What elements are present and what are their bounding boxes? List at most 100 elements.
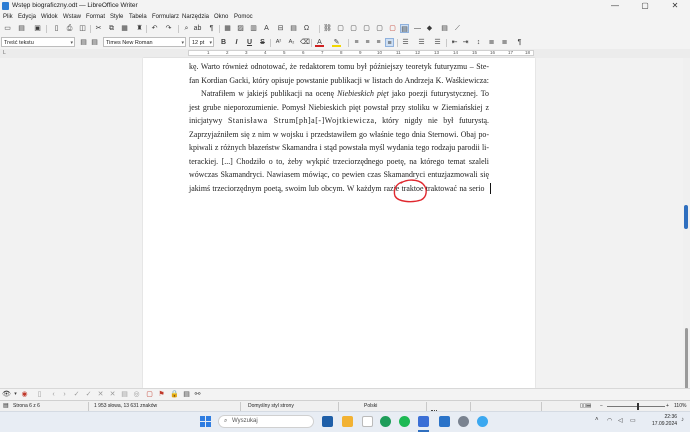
clear-formatting-icon[interactable]: ⌫ (300, 38, 310, 47)
reject-icon[interactable]: ✕ (96, 390, 105, 399)
minimize-button[interactable]: — (600, 0, 630, 12)
close-button[interactable]: ✕ (660, 0, 690, 12)
taskbar-clock[interactable]: 22:36 17.09.2024 (652, 414, 677, 428)
paragraph-icon[interactable]: ¶ (515, 38, 524, 47)
italic-button[interactable]: I (232, 38, 241, 47)
battery-icon[interactable]: ▭ (630, 417, 636, 424)
insert-table-icon[interactable]: ▦ (223, 24, 232, 33)
align-center-icon[interactable]: ≡ (363, 38, 372, 47)
chevron-down-icon[interactable]: ▾ (11, 390, 20, 399)
print-preview-icon[interactable]: ◫ (78, 24, 87, 33)
menu-help[interactable]: Pomoc (234, 12, 253, 22)
next-icon[interactable]: › (60, 390, 69, 399)
redo-icon[interactable]: ↷ (164, 24, 173, 33)
menu-file[interactable]: Plik (3, 12, 13, 22)
file-explorer-icon[interactable] (342, 416, 353, 427)
photos-icon[interactable] (439, 416, 450, 427)
vertical-scrollbar[interactable] (683, 58, 690, 418)
taskbar-search[interactable]: ⌕ Wyszukaj (218, 415, 314, 428)
strikethrough-button[interactable]: S (258, 38, 267, 47)
cross-reference-icon[interactable]: ▢ (375, 24, 384, 33)
chevron-up-icon[interactable]: ˄ (595, 417, 599, 423)
update-style-icon[interactable]: ▤ (79, 38, 88, 47)
font-color-icon[interactable]: A (315, 38, 324, 47)
save-icon[interactable]: ▣ (33, 24, 42, 33)
tab-stop-icon[interactable]: L (3, 49, 6, 57)
windows-start-icon[interactable] (200, 416, 211, 427)
align-left-icon[interactable]: ≡ (352, 38, 361, 47)
record-icon[interactable]: ◉ (20, 390, 29, 399)
settings-icon[interactable] (458, 416, 469, 427)
insert-textbox-icon[interactable]: A (262, 24, 271, 33)
insert-comment-icon[interactable]: ▢ (145, 390, 154, 399)
chevron-down-icon[interactable]: ▾ (181, 38, 184, 48)
insert-mode-status[interactable] (431, 402, 437, 411)
menu-window[interactable]: Okno (214, 12, 228, 22)
horizontal-ruler[interactable]: L 1 2 3 4 5 6 7 8 9 10 11 12 13 14 15 16… (0, 49, 690, 58)
justify-icon[interactable]: ≡ (385, 38, 394, 47)
protect-icon[interactable]: 🔒 (170, 390, 179, 399)
wifi-icon[interactable]: ◠ (607, 417, 612, 424)
align-right-icon[interactable]: ≡ (374, 38, 383, 47)
menu-insert[interactable]: Wstaw (63, 12, 81, 22)
track-changes-icon[interactable]: ▤ (400, 24, 409, 33)
scroll-position-marker[interactable] (684, 205, 688, 229)
paragraph-spacing-2-icon[interactable]: ≣ (500, 38, 509, 47)
open-folder-icon[interactable]: ▤ (17, 24, 26, 33)
outline-list-icon[interactable]: ☰ (433, 38, 442, 47)
font-size-combo[interactable]: 12 pt ▾ (189, 37, 214, 47)
menu-styles[interactable]: Style (110, 12, 123, 22)
task-view-icon[interactable] (322, 416, 333, 427)
notification-bell-icon[interactable]: ♪ (681, 417, 684, 423)
export-pdf-icon[interactable]: ▯ (52, 24, 61, 33)
accept-all-icon[interactable]: ✓ (84, 390, 93, 399)
bullet-list-icon[interactable]: ☰ (401, 38, 410, 47)
maximize-button[interactable]: ▢ (630, 0, 660, 12)
accept-icon[interactable]: ▯ (35, 390, 44, 399)
chevron-down-icon[interactable]: ▾ (209, 38, 212, 48)
subscript-icon[interactable]: A₂ (287, 38, 296, 47)
chevron-down-icon[interactable]: ▾ (70, 38, 73, 48)
paragraph-spacing-icon[interactable]: ≣ (487, 38, 496, 47)
find-replace-icon[interactable]: ⌕ (182, 24, 191, 33)
store-icon[interactable] (362, 416, 373, 427)
undo-icon[interactable]: ↶ (150, 24, 159, 33)
footnote-icon[interactable]: ▢ (336, 24, 345, 33)
menu-form[interactable]: Formularz (152, 12, 179, 22)
new-document-icon[interactable]: ▭ (3, 24, 12, 33)
merge-icon[interactable]: ⚯ (193, 390, 202, 399)
freeform-line-icon[interactable]: ⟋ (453, 24, 462, 33)
decrease-indent-icon[interactable]: ⇤ (450, 38, 459, 47)
writer-taskbar-icon[interactable] (418, 416, 429, 427)
increase-indent-icon[interactable]: ⇥ (461, 38, 470, 47)
special-character-icon[interactable]: Ω (302, 24, 311, 33)
formatting-marks-icon[interactable]: ¶ (207, 24, 216, 33)
insert-field-icon[interactable]: ▤ (289, 24, 298, 33)
compare-icon[interactable]: ◎ (132, 390, 141, 399)
insert-chart-icon[interactable]: ▥ (249, 24, 258, 33)
zoom-slider-thumb[interactable] (637, 403, 639, 410)
document-icon[interactable]: ▤ (182, 390, 191, 399)
menu-edit[interactable]: Edycja (18, 12, 36, 22)
hyperlink-icon[interactable]: ⛓ (323, 24, 332, 33)
highlight-color-icon[interactable]: ✎ (332, 38, 341, 47)
copy-icon[interactable]: ⧉ (107, 24, 116, 33)
menu-view[interactable]: Widok (41, 12, 58, 22)
manage-changes-icon[interactable]: ▤ (120, 390, 129, 399)
basic-shapes-icon[interactable]: ◆ (425, 24, 434, 33)
print-icon[interactable]: ⎙ (65, 24, 74, 33)
speaker-icon[interactable]: ◁ (618, 417, 623, 424)
zoom-slider[interactable] (607, 406, 665, 407)
menu-table[interactable]: Tabela (129, 12, 147, 22)
edge-icon[interactable] (380, 416, 391, 427)
eye-icon[interactable]: 👁 (2, 390, 11, 399)
cut-icon[interactable]: ✂ (94, 24, 103, 33)
page-break-icon[interactable]: ⊟ (276, 24, 285, 33)
draw-functions-icon[interactable]: ▤ (440, 24, 449, 33)
paragraph-style-combo[interactable]: Treść tekstu ▾ (1, 37, 75, 47)
comment-flag-icon[interactable]: ⚑ (157, 390, 166, 399)
underline-button[interactable]: U (245, 38, 254, 47)
spotify-icon[interactable] (399, 416, 410, 427)
endnote-icon[interactable]: ▢ (349, 24, 358, 33)
weather-icon[interactable] (477, 416, 488, 427)
